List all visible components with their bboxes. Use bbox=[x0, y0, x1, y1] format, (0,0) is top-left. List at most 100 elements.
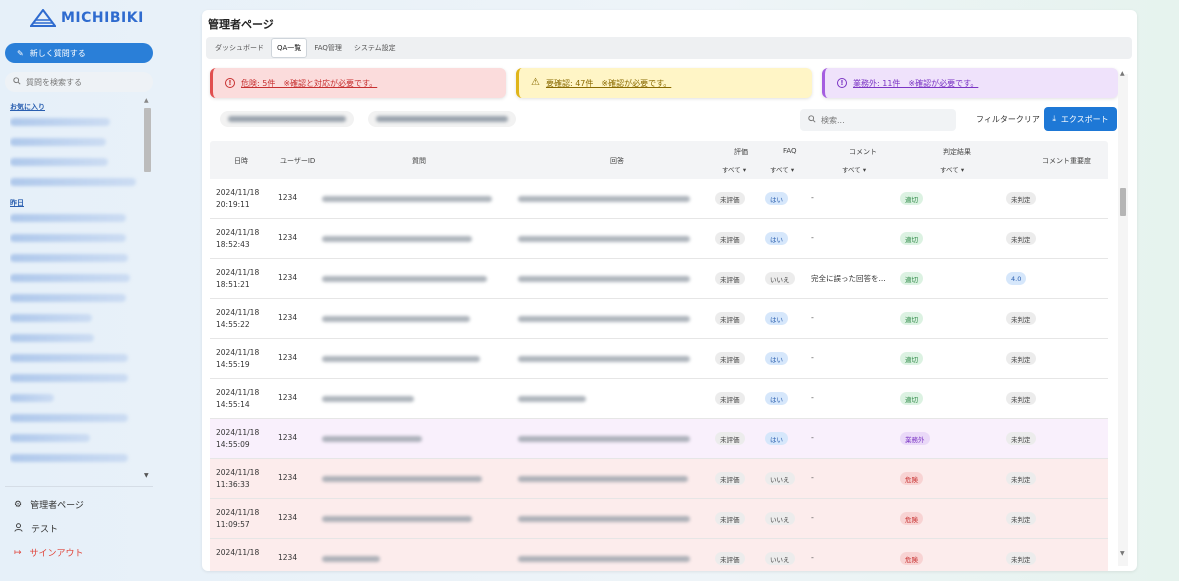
history-item[interactable] bbox=[10, 158, 108, 166]
table-row[interactable]: 2024/11/18 1234 未評価 いいえ - 危険 未判定 bbox=[210, 539, 1108, 571]
sidebar-search-input[interactable]: 質問を検索する bbox=[5, 72, 153, 92]
filter-clear-button[interactable]: フィルタークリア bbox=[976, 114, 1040, 125]
favorites-section-title: お気に入り bbox=[10, 103, 45, 111]
comment-filter-select[interactable]: すべて ▾ bbox=[842, 164, 866, 174]
tab-dashboard[interactable]: ダッシュボード bbox=[210, 39, 269, 57]
table-row[interactable]: 2024/11/18 14:55:14 1234 未評価 はい - 適切 未判定 bbox=[210, 379, 1108, 419]
sidebar-scroll-thumb[interactable] bbox=[144, 108, 151, 172]
table-row[interactable]: 2024/11/18 14:55:09 1234 未評価 はい - 業務外 未判定 bbox=[210, 419, 1108, 459]
history-item[interactable] bbox=[10, 274, 130, 282]
admin-panel: 管理者ページ ダッシュボード QA一覧 FAQ管理 システム設定 ! 危険: 5… bbox=[202, 10, 1137, 571]
faq-badge: いいえ bbox=[765, 472, 795, 485]
alert-out-of-scope[interactable]: ! 業務外: 11件 ※確認が必要です。 bbox=[822, 68, 1118, 98]
table-row[interactable]: 2024/11/18 20:19:11 1234 未評価 はい - 適切 未判定 bbox=[210, 179, 1108, 219]
judgement-filter-select[interactable]: すべて ▾ bbox=[940, 164, 964, 174]
tab-qa-list[interactable]: QA一覧 bbox=[271, 38, 308, 58]
judgement-badge: 危険 bbox=[900, 552, 923, 565]
nav-signout[interactable]: ↦ サインアウト bbox=[14, 546, 84, 560]
col-faq[interactable]: FAQ bbox=[783, 147, 797, 155]
scroll-down-icon[interactable]: ▼ bbox=[144, 472, 149, 479]
rating-filter-select[interactable]: すべて ▾ bbox=[722, 164, 746, 174]
table-row[interactable]: 2024/11/18 18:52:43 1234 未評価 はい - 適切 未判定 bbox=[210, 219, 1108, 259]
history-item[interactable] bbox=[10, 374, 128, 382]
col-judgement[interactable]: 判定結果 bbox=[943, 147, 971, 157]
cell-comment: - bbox=[811, 553, 814, 562]
tab-system-settings[interactable]: システム設定 bbox=[349, 39, 401, 57]
cell-time: 18:52:43 bbox=[216, 240, 250, 249]
search-icon bbox=[13, 77, 21, 87]
scroll-up-icon[interactable]: ▲ bbox=[1120, 70, 1125, 77]
brand-name: MICHIBIKI bbox=[61, 10, 144, 26]
cell-comment: - bbox=[811, 353, 814, 362]
cell-date: 2024/11/18 bbox=[216, 428, 260, 437]
cell-date: 2024/11/18 bbox=[216, 468, 260, 477]
filter-value: すべて bbox=[842, 166, 861, 174]
active-filter-chip[interactable] bbox=[220, 111, 354, 127]
history-item[interactable] bbox=[10, 294, 126, 302]
alert-danger[interactable]: ! 危険: 5件 ※確認と対応が必要です。 bbox=[210, 68, 506, 98]
history-item[interactable] bbox=[10, 254, 128, 262]
history-item[interactable] bbox=[10, 434, 90, 442]
col-rating[interactable]: 評価 bbox=[734, 147, 748, 157]
active-filter-chip[interactable] bbox=[368, 111, 516, 127]
history-item[interactable] bbox=[10, 214, 126, 222]
alert-warning[interactable]: ⚠ 要確認: 47件 ※確認が必要です。 bbox=[516, 68, 812, 98]
scroll-down-icon[interactable]: ▼ bbox=[1120, 550, 1125, 557]
table-row[interactable]: 2024/11/18 14:55:22 1234 未評価 はい - 適切 未判定 bbox=[210, 299, 1108, 339]
col-importance[interactable]: コメント重要度 bbox=[1042, 156, 1091, 166]
nav-admin-page[interactable]: ⚙ 管理者ページ bbox=[14, 498, 84, 512]
history-item[interactable] bbox=[10, 334, 94, 342]
table-row[interactable]: 2024/11/18 18:51:21 1234 未評価 いいえ 完全に誤った回答を...… bbox=[210, 259, 1108, 299]
cell-comment: - bbox=[811, 193, 814, 202]
table-row[interactable]: 2024/11/18 11:36:33 1234 未評価 いいえ - 危険 未判定 bbox=[210, 459, 1108, 499]
cell-answer-redacted bbox=[518, 316, 690, 322]
scroll-up-icon[interactable]: ▲ bbox=[144, 97, 149, 104]
cell-user-id: 1234 bbox=[278, 553, 298, 562]
faq-badge: はい bbox=[765, 312, 788, 325]
col-date[interactable]: 日時 bbox=[234, 156, 248, 166]
history-item[interactable] bbox=[10, 234, 126, 242]
cell-date: 2024/11/18 bbox=[216, 268, 260, 277]
chevron-down-icon: ▾ bbox=[960, 166, 965, 174]
new-question-label: 新しく質問する bbox=[29, 48, 86, 58]
cell-date: 2024/11/18 bbox=[216, 388, 260, 397]
user-icon bbox=[14, 522, 23, 535]
history-item[interactable] bbox=[10, 118, 110, 126]
cell-user-id: 1234 bbox=[278, 433, 298, 442]
history-item[interactable] bbox=[10, 454, 128, 462]
cell-user-id: 1234 bbox=[278, 313, 298, 322]
table-row[interactable]: 2024/11/18 14:55:19 1234 未評価 はい - 適切 未判定 bbox=[210, 339, 1108, 379]
new-question-button[interactable]: ✎ 新しく質問する bbox=[5, 43, 153, 63]
faq-badge: はい bbox=[765, 432, 788, 445]
cell-comment: - bbox=[811, 433, 814, 442]
col-comment[interactable]: コメント bbox=[849, 147, 877, 157]
gear-icon: ⚙ bbox=[14, 499, 23, 510]
cell-answer-redacted bbox=[518, 276, 690, 282]
history-item[interactable] bbox=[10, 394, 54, 402]
history-item[interactable] bbox=[10, 138, 106, 146]
table-scrollbar[interactable] bbox=[1118, 74, 1128, 566]
col-answer[interactable]: 回答 bbox=[610, 156, 624, 166]
faq-filter-select[interactable]: すべて ▾ bbox=[770, 164, 794, 174]
cell-datetime: 2024/11/18 14:55:22 bbox=[216, 307, 259, 331]
cell-comment: - bbox=[811, 313, 814, 322]
judgement-badge: 適切 bbox=[900, 272, 923, 285]
cell-datetime: 2024/11/18 18:51:21 bbox=[216, 267, 259, 291]
cell-question-redacted bbox=[322, 356, 480, 362]
logo[interactable]: MICHIBIKI bbox=[30, 9, 144, 27]
table-scroll-thumb[interactable] bbox=[1120, 188, 1126, 216]
col-question[interactable]: 質問 bbox=[412, 156, 426, 166]
history-item[interactable] bbox=[10, 178, 136, 186]
nav-test-user[interactable]: テスト bbox=[14, 522, 58, 535]
export-button[interactable]: ⤓ エクスポート bbox=[1044, 107, 1117, 131]
judgement-badge: 危険 bbox=[900, 512, 923, 525]
table-row[interactable]: 2024/11/18 11:09:57 1234 未評価 いいえ - 危険 未判定 bbox=[210, 499, 1108, 539]
cell-time: 11:36:33 bbox=[216, 480, 250, 489]
history-item[interactable] bbox=[10, 414, 128, 422]
history-item[interactable] bbox=[10, 354, 128, 362]
history-item[interactable] bbox=[10, 314, 92, 322]
tab-faq-management[interactable]: FAQ管理 bbox=[309, 39, 347, 57]
table-header: 日時 ユーザーID 質問 回答 評価 FAQ コメント 判定結果 コメント重要度… bbox=[210, 141, 1108, 179]
col-user-id[interactable]: ユーザーID bbox=[280, 156, 315, 166]
table-search-input[interactable]: 検索... bbox=[800, 109, 956, 131]
